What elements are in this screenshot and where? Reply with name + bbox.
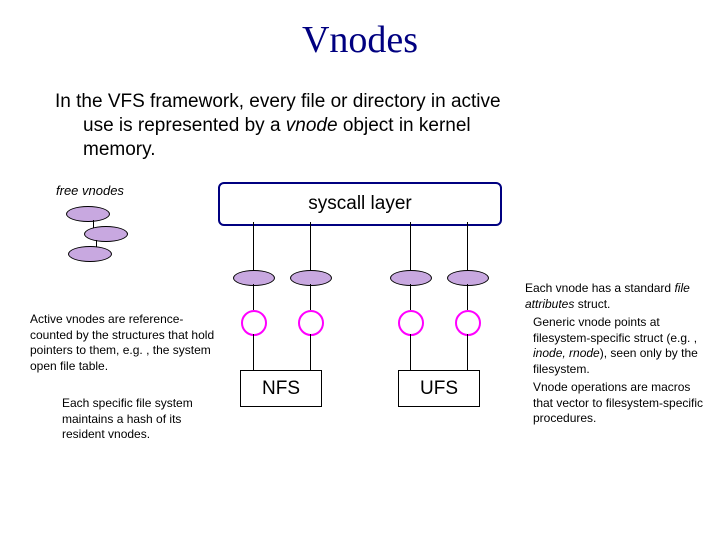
- connector-line: [310, 222, 311, 270]
- connector-line: [310, 334, 311, 370]
- fs-specific-ring: [398, 310, 424, 336]
- note-file-attributes: Each vnode has a standard file attribute…: [525, 281, 710, 312]
- intro-line-2b: object in kernel: [338, 115, 471, 136]
- ufs-box: UFS: [398, 370, 480, 407]
- intro-line-1: In the VFS framework, every file or dire…: [55, 91, 501, 112]
- intro-vnode-em: vnode: [286, 115, 338, 136]
- note-text: struct.: [574, 297, 610, 311]
- connector-line: [467, 284, 468, 310]
- note-text: Generic vnode points at filesystem-speci…: [533, 315, 697, 345]
- intro-paragraph: In the VFS framework, every file or dire…: [55, 90, 615, 161]
- fs-specific-ring: [298, 310, 324, 336]
- note-em: inode, rnode: [533, 346, 600, 360]
- note-vnode-ops: Vnode operations are macros that vector …: [533, 380, 708, 427]
- connector-line: [410, 284, 411, 310]
- note-active-vnodes: Active vnodes are reference-counted by t…: [30, 312, 215, 374]
- connector-line: [467, 334, 468, 370]
- connector-line: [410, 222, 411, 270]
- syscall-layer-box: syscall layer: [218, 182, 502, 226]
- intro-line-3: memory.: [55, 138, 615, 162]
- note-generic-vnode: Generic vnode points at filesystem-speci…: [533, 315, 708, 377]
- note-text: Each vnode has a standard: [525, 281, 674, 295]
- free-vnode-disc: [68, 246, 112, 262]
- connector-line: [253, 334, 254, 370]
- connector-line: [467, 222, 468, 270]
- vnode-disc: [290, 270, 332, 286]
- free-vnode-disc: [66, 206, 110, 222]
- fs-specific-ring: [455, 310, 481, 336]
- connector-line: [410, 334, 411, 370]
- intro-line-2a: use is represented by a: [83, 115, 286, 136]
- free-vnode-disc: [84, 226, 128, 242]
- connector-line: [253, 222, 254, 270]
- vnode-disc: [447, 270, 489, 286]
- free-vnodes-label: free vnodes: [56, 183, 124, 198]
- note-each-fs-hash: Each specific file system maintains a ha…: [62, 396, 212, 443]
- nfs-box: NFS: [240, 370, 322, 407]
- connector-line: [310, 284, 311, 310]
- vnode-disc: [390, 270, 432, 286]
- fs-specific-ring: [241, 310, 267, 336]
- connector-line: [253, 284, 254, 310]
- vnode-disc: [233, 270, 275, 286]
- page-title: Vnodes: [0, 18, 720, 62]
